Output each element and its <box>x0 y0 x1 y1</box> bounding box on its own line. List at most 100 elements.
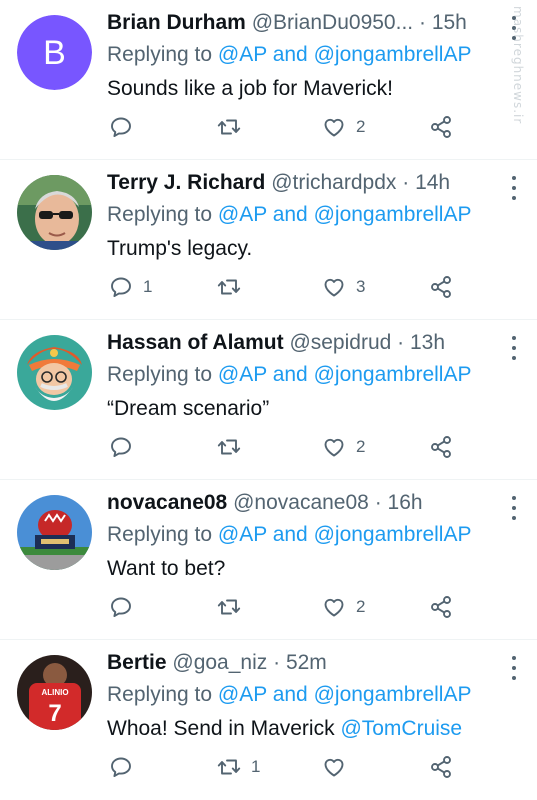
replying-to: Replying to @AP and @jongambrellAP <box>107 680 513 710</box>
mention-link[interactable]: @AP <box>218 363 267 386</box>
retweet-button[interactable] <box>217 112 251 142</box>
retweet-button[interactable]: 1 <box>217 752 260 782</box>
tweet-text: Trump's legacy. <box>107 234 513 264</box>
avatar[interactable]: ALINIO 7 <box>17 655 92 730</box>
user-handle[interactable]: @BrianDu0950... <box>252 11 413 34</box>
tweet-header: Brian Durham @BrianDu0950... · 15h <box>107 8 513 38</box>
replying-to-label: Replying to <box>107 363 213 386</box>
user-handle[interactable]: @sepidrud <box>289 331 391 354</box>
separator: · <box>273 651 281 674</box>
watermark: mashreghnews.ir <box>511 5 525 125</box>
retweet-button[interactable] <box>217 272 251 302</box>
reply-icon <box>111 277 131 298</box>
replying-to-label: Replying to <box>107 683 213 706</box>
retweet-icon <box>217 439 241 455</box>
mention-link[interactable]: @jongambrellAP <box>314 203 472 226</box>
retweet-button[interactable] <box>217 432 251 462</box>
separator: · <box>374 491 382 514</box>
reply-button[interactable]: 1 <box>109 272 152 302</box>
reply-button[interactable] <box>109 432 143 462</box>
tweet-actions: 1 3 <box>107 272 487 302</box>
share-button[interactable] <box>429 272 453 302</box>
mention-link[interactable]: @AP <box>218 683 267 706</box>
tweet-actions: 1 <box>107 752 487 782</box>
tweet[interactable]: B Brian Durham @BrianDu0950... · 15h Rep… <box>0 0 537 160</box>
mention-link[interactable]: @TomCruise <box>340 717 462 740</box>
avatar[interactable] <box>17 175 92 250</box>
replying-to-label: Replying to <box>107 523 213 546</box>
tweet-header: Hassan of Alamut @sepidrud · 13h <box>107 328 513 358</box>
tweet-header: novacane08 @novacane08 · 16h <box>107 488 513 518</box>
like-button[interactable] <box>322 752 356 782</box>
like-count: 2 <box>356 597 366 616</box>
like-count: 2 <box>356 117 366 136</box>
like-button[interactable]: 2 <box>322 112 365 142</box>
timestamp[interactable]: 15h <box>432 11 467 34</box>
like-button[interactable]: 2 <box>322 592 365 622</box>
mention-link[interactable]: @jongambrellAP <box>314 43 472 66</box>
user-handle[interactable]: @novacane08 <box>233 491 369 514</box>
like-icon <box>324 598 344 617</box>
timestamp[interactable]: 52m <box>286 651 327 674</box>
share-icon <box>431 596 451 618</box>
display-name[interactable]: Terry J. Richard <box>107 171 265 194</box>
tweet[interactable]: ALINIO 7 Bertie @goa_niz · 52m Replying … <box>0 640 537 800</box>
retweet-icon <box>217 599 241 615</box>
share-button[interactable] <box>429 592 453 622</box>
mention-link[interactable]: @AP <box>218 523 267 546</box>
user-handle[interactable]: @trichardpdx <box>271 171 396 194</box>
tweet-text: Sounds like a job for Maverick! <box>107 74 513 104</box>
avatar[interactable]: B <box>17 15 92 90</box>
display-name[interactable]: Bertie <box>107 651 167 674</box>
share-button[interactable] <box>429 752 453 782</box>
timestamp[interactable]: 13h <box>410 331 445 354</box>
svg-text:ALINIO: ALINIO <box>41 688 68 697</box>
like-count: 3 <box>356 277 366 296</box>
reply-button[interactable] <box>109 112 143 142</box>
replying-to-label: Replying to <box>107 203 213 226</box>
more-icon[interactable] <box>507 176 521 200</box>
reply-icon <box>111 117 131 138</box>
user-handle[interactable]: @goa_niz <box>172 651 267 674</box>
replying-to-and[interactable]: and <box>273 363 308 386</box>
more-icon[interactable] <box>507 336 521 360</box>
share-icon <box>431 756 451 778</box>
timestamp[interactable]: 14h <box>415 171 450 194</box>
display-name[interactable]: novacane08 <box>107 491 227 514</box>
tweet-actions: 2 <box>107 592 487 622</box>
replying-to-and[interactable]: and <box>273 523 308 546</box>
tweet[interactable]: novacane08 @novacane08 · 16h Replying to… <box>0 480 537 640</box>
tweet[interactable]: Hassan of Alamut @sepidrud · 13h Replyin… <box>0 320 537 480</box>
like-button[interactable]: 3 <box>322 272 365 302</box>
like-icon <box>324 118 344 137</box>
reply-icon <box>111 437 131 458</box>
mention-link[interactable]: @jongambrellAP <box>314 523 472 546</box>
mention-link[interactable]: @AP <box>218 203 267 226</box>
avatar[interactable] <box>17 335 92 410</box>
more-icon[interactable] <box>507 656 521 680</box>
timestamp[interactable]: 16h <box>388 491 423 514</box>
share-button[interactable] <box>429 432 453 462</box>
reply-button[interactable] <box>109 592 143 622</box>
mention-link[interactable]: @jongambrellAP <box>314 363 472 386</box>
retweet-button[interactable] <box>217 592 251 622</box>
replying-to: Replying to @AP and @jongambrellAP <box>107 360 513 390</box>
like-icon <box>324 438 344 457</box>
share-button[interactable] <box>429 112 453 142</box>
more-icon[interactable] <box>507 496 521 520</box>
reply-button[interactable] <box>109 752 143 782</box>
replying-to-and[interactable]: and <box>273 683 308 706</box>
display-name[interactable]: Brian Durham <box>107 11 246 34</box>
tweet-actions: 2 <box>107 432 487 462</box>
display-name[interactable]: Hassan of Alamut <box>107 331 284 354</box>
replying-to-and[interactable]: and <box>273 203 308 226</box>
avatar[interactable] <box>17 495 92 570</box>
mention-link[interactable]: @AP <box>218 43 267 66</box>
replying-to-and[interactable]: and <box>273 43 308 66</box>
replying-to-label: Replying to <box>107 43 213 66</box>
tweet-actions: 2 <box>107 112 487 142</box>
tweet[interactable]: Terry J. Richard @trichardpdx · 14h Repl… <box>0 160 537 320</box>
mention-link[interactable]: @jongambrellAP <box>314 683 472 706</box>
reply-icon <box>111 757 131 778</box>
like-button[interactable]: 2 <box>322 432 365 462</box>
